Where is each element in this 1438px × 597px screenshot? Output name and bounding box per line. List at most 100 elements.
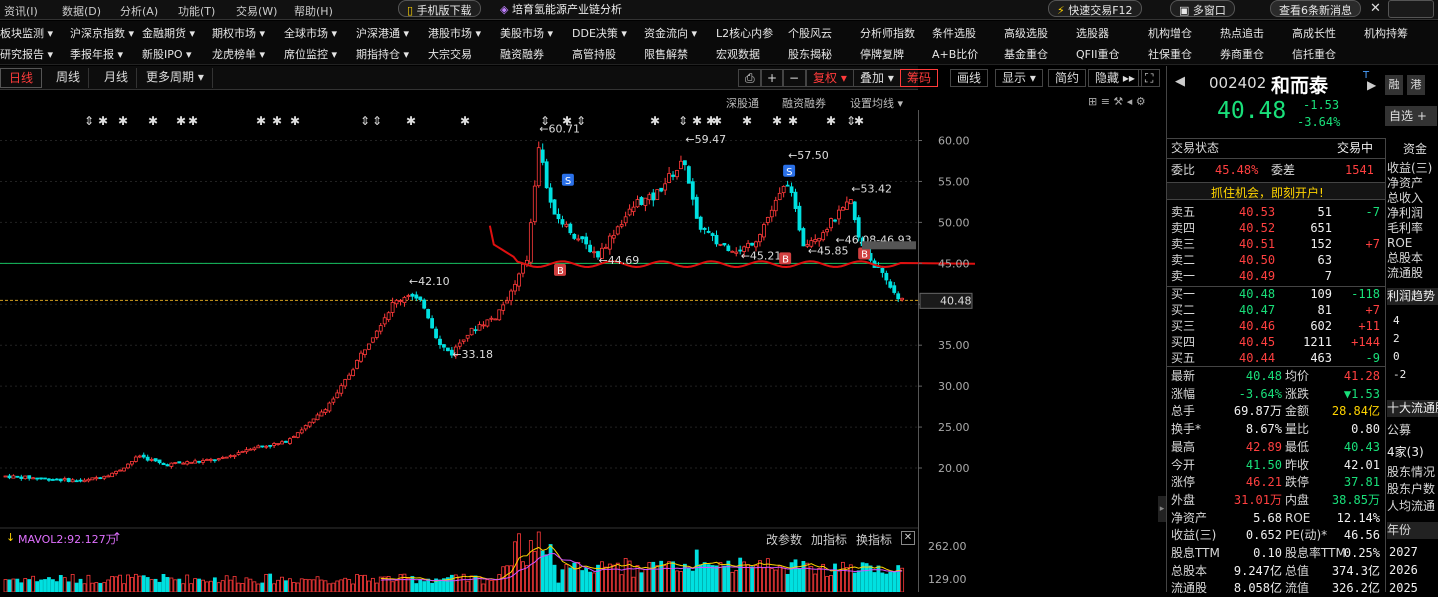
nav-item-r2-0[interactable]: 研究报告 ▾: [0, 46, 53, 62]
nav-item-4[interactable]: 全球市场 ▾: [284, 25, 337, 41]
add-indicator-button[interactable]: 加指标: [811, 531, 847, 548]
stat-value: 46.21: [1245, 475, 1282, 490]
nav-item-10[interactable]: L2核心内参: [716, 25, 773, 41]
chouma-button[interactable]: 筹码: [900, 69, 939, 87]
nav-item-1[interactable]: 沪深京指数 ▾: [70, 25, 134, 41]
window-controls[interactable]: [1388, 0, 1434, 18]
quick-trade-button[interactable]: ⚡ 快速交易F12: [1048, 0, 1142, 17]
volume-bar: [414, 583, 419, 592]
candle-body: [201, 460, 205, 463]
menu-item-trade[interactable]: 交易(W): [236, 3, 277, 19]
stat-value: 41.50: [1245, 457, 1282, 472]
draw-line-label: 画线: [957, 71, 982, 85]
candle-body: [165, 464, 170, 467]
candle-body: [394, 300, 399, 305]
close-indicator-icon[interactable]: ✕: [901, 531, 915, 545]
nav-item-12[interactable]: 分析师指数: [860, 25, 915, 41]
nav-item-18[interactable]: 高成长性: [1292, 25, 1336, 41]
stat-label: 最新: [1171, 369, 1196, 383]
nav-item-r2-11[interactable]: 股东揭秘: [788, 46, 832, 62]
nav-item-r2-15[interactable]: QFII重仓: [1076, 46, 1119, 62]
fullscreen-icon[interactable]: ⛶: [1138, 69, 1161, 87]
nav-item-15[interactable]: 选股器: [1076, 25, 1109, 41]
switch-indicator-button[interactable]: 换指标: [856, 531, 892, 548]
prev-stock-icon[interactable]: ◀: [1175, 74, 1185, 89]
nav-item-r2-13[interactable]: A+B比价: [932, 46, 978, 62]
nav-item-r2-12[interactable]: 停牌复牌: [860, 46, 904, 62]
candle-body: [817, 237, 822, 242]
volume-bar: [884, 573, 889, 592]
nav-item-r2-3[interactable]: 龙虎榜单 ▾: [212, 46, 265, 62]
nav-item-r2-5[interactable]: 期指持仓 ▾: [356, 46, 409, 62]
add-watchlist-button[interactable]: 自选 +: [1385, 106, 1437, 126]
close-news-icon[interactable]: ✕: [1370, 1, 1381, 16]
nav-item-6[interactable]: 港股市场 ▾: [428, 25, 481, 41]
nav-item-r2-6[interactable]: 大宗交易: [428, 46, 472, 62]
simple-button[interactable]: 简约: [1048, 69, 1087, 87]
collapse-panel-icon[interactable]: ▸: [1158, 496, 1166, 522]
nav-item-r2-1[interactable]: 季报年报 ▾: [70, 46, 123, 62]
promo-link[interactable]: ◈ 培育氢能源产业链分析: [500, 1, 622, 17]
nav-item-13[interactable]: 条件选股: [932, 25, 976, 41]
open-account-banner[interactable]: 抓住机会，即刻开户!: [1167, 182, 1385, 200]
multi-window-button[interactable]: ▣ 多窗口: [1170, 0, 1235, 17]
stat-value: 38.85万: [1331, 492, 1380, 507]
lock-icon[interactable]: ⎙: [738, 69, 762, 87]
nav-item-r2-9[interactable]: 限售解禁: [644, 46, 688, 62]
candle-body: [765, 216, 770, 223]
tab-monthly[interactable]: 月线: [96, 68, 138, 88]
fuquan-button[interactable]: 复权 ▾: [806, 69, 854, 87]
params-button[interactable]: 改参数: [766, 531, 802, 548]
menu-item-data[interactable]: 数据(D): [62, 3, 101, 19]
sgt-link[interactable]: 深股通: [726, 95, 759, 111]
ma-settings-link[interactable]: 设置均线 ▾: [850, 95, 903, 111]
news-button[interactable]: 查看6条新消息: [1270, 0, 1361, 17]
menu-item-analysis[interactable]: 分析(A): [120, 3, 158, 19]
nav-item-14[interactable]: 高级选股: [1004, 25, 1048, 41]
hide-button[interactable]: 隐藏 ▸▸: [1088, 69, 1142, 87]
candle-body: [892, 285, 897, 293]
zoom-out-icon[interactable]: −: [782, 69, 807, 87]
nav-item-r2-10[interactable]: 宏观数据: [716, 46, 760, 62]
kline-chart[interactable]: ←60.71←59.47←57.50←53.42←46.08-46.93←45.…: [0, 110, 975, 592]
display-button[interactable]: 显示 ▾: [995, 69, 1043, 87]
nav-item-9[interactable]: 资金流向 ▾: [644, 25, 697, 41]
chart-tools-icons[interactable]: ⊞ ≡ ⚒ ◂ ⚙: [1088, 95, 1146, 108]
nav-item-r2-2[interactable]: 新股IPO ▾: [142, 46, 192, 62]
nav-item-16[interactable]: 机构增仓: [1148, 25, 1192, 41]
nav-item-8[interactable]: DDE决策 ▾: [572, 25, 627, 41]
candle-body: [718, 243, 723, 246]
next-stock-icon[interactable]: ▶: [1367, 78, 1376, 92]
nav-item-2[interactable]: 金融期货 ▾: [142, 25, 195, 41]
nav-item-r2-16[interactable]: 社保重仓: [1148, 46, 1192, 62]
nav-item-r2-17[interactable]: 券商重仓: [1220, 46, 1264, 62]
event-marker: ⇕: [540, 114, 550, 128]
candle-body: [438, 338, 442, 345]
nav-item-5[interactable]: 沪深港通 ▾: [356, 25, 409, 41]
nav-item-11[interactable]: 个股风云: [788, 25, 832, 41]
draw-line-button[interactable]: 画线: [950, 69, 989, 87]
tab-more-periods[interactable]: 更多周期 ▾: [138, 68, 213, 88]
tab-daily[interactable]: 日线: [0, 68, 43, 88]
tab-funds[interactable]: 资金: [1403, 140, 1427, 157]
nav-item-r2-4[interactable]: 席位监控 ▾: [284, 46, 337, 62]
menu-item-help[interactable]: 帮助(H): [294, 3, 333, 19]
mobile-download-button[interactable]: ▯ 手机版下载: [398, 0, 481, 17]
menu-item-function[interactable]: 功能(T): [178, 3, 215, 19]
zoom-in-icon[interactable]: +: [760, 69, 785, 87]
nav-item-19[interactable]: 机构持筹: [1364, 25, 1408, 41]
nav-item-0[interactable]: 板块监测 ▾: [0, 25, 53, 41]
nav-item-r2-7[interactable]: 融资融券: [500, 46, 544, 62]
bid-label: 买三: [1171, 319, 1196, 333]
nav-item-r2-18[interactable]: 信托重仓: [1292, 46, 1336, 62]
nav-item-17[interactable]: 热点追击: [1220, 25, 1264, 41]
rzrq-link[interactable]: 融资融券: [782, 95, 826, 111]
nav-item-r2-14[interactable]: 基金重仓: [1004, 46, 1048, 62]
nav-item-3[interactable]: 期权市场 ▾: [212, 25, 265, 41]
menu-item-news[interactable]: 资讯(I): [4, 3, 38, 19]
nav-item-r2-8[interactable]: 高管持股: [572, 46, 616, 62]
mavol-label: MAVOL2:92.127万: [18, 533, 117, 546]
tab-weekly[interactable]: 周线: [48, 68, 90, 88]
nav-item-7[interactable]: 美股市场 ▾: [500, 25, 553, 41]
overlay-button[interactable]: 叠加 ▾: [853, 69, 901, 87]
